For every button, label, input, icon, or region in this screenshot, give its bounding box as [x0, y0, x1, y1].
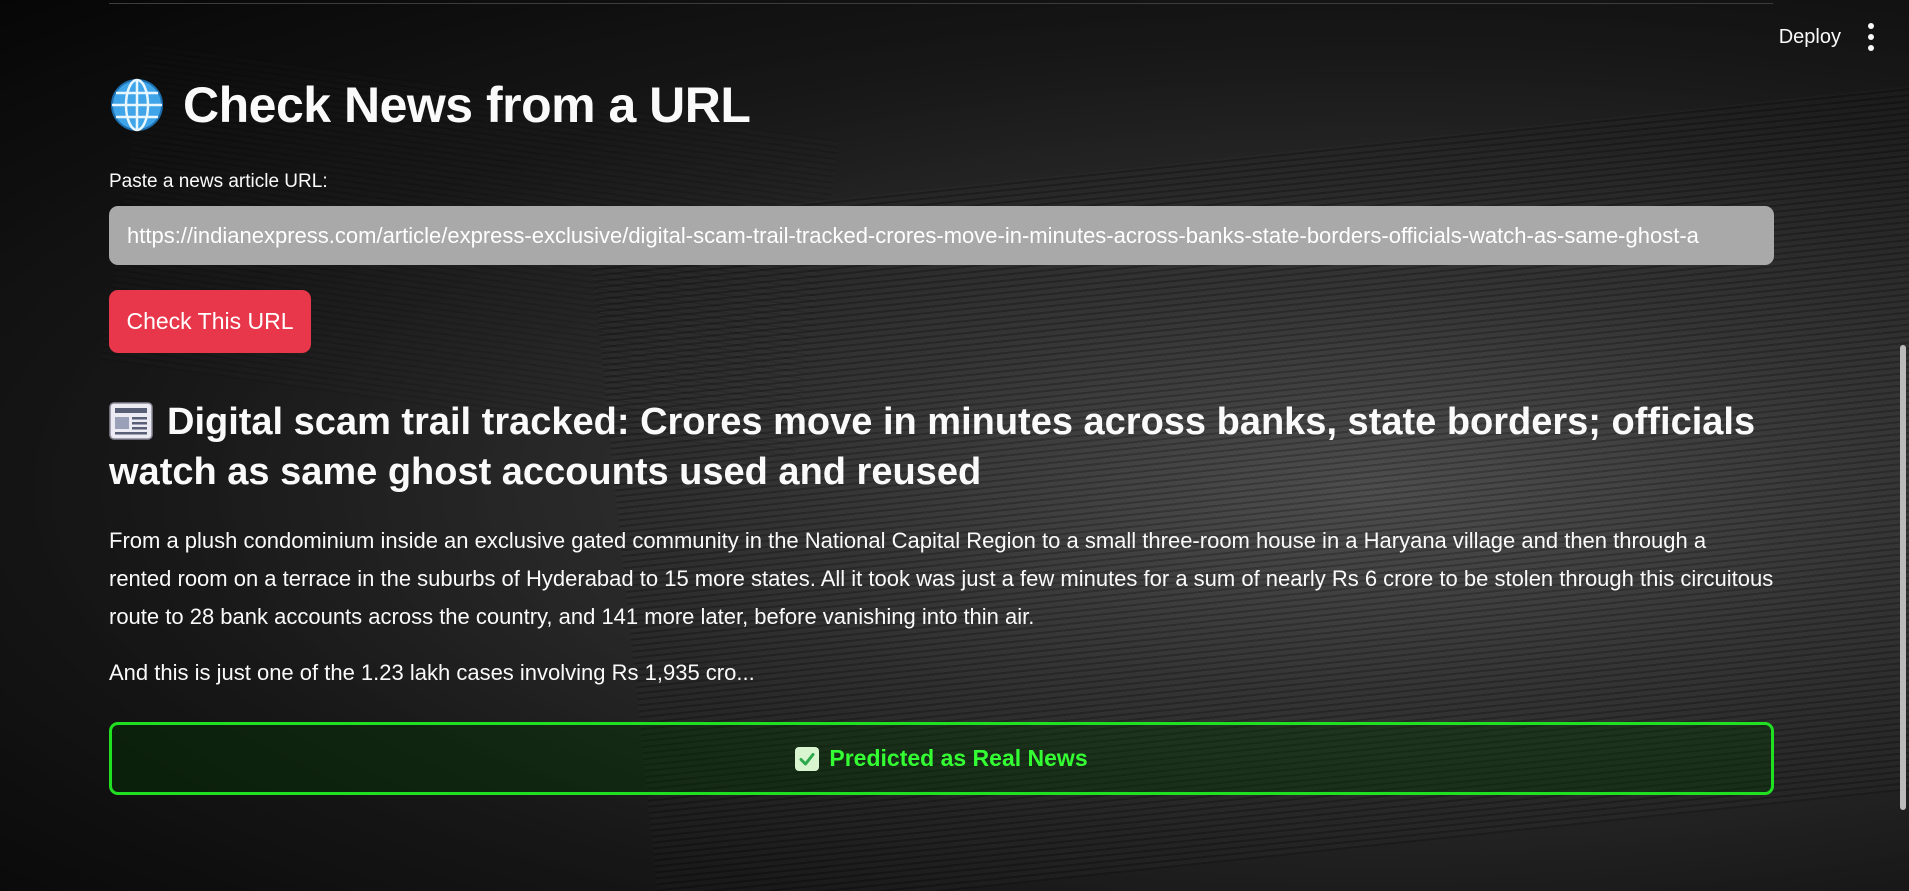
scrollbar[interactable]: [1900, 345, 1906, 810]
url-label: Paste a news article URL:: [109, 171, 328, 192]
article-title-text: Digital scam trail tracked: Crores move …: [109, 401, 1756, 493]
deploy-button[interactable]: Deploy: [1779, 26, 1841, 49]
check-url-button[interactable]: Check This URL: [109, 290, 311, 353]
globe-icon: [111, 78, 163, 132]
prediction-text: Predicted as Real News: [829, 745, 1088, 771]
more-vertical-icon[interactable]: [1867, 23, 1875, 51]
top-divider: [109, 3, 1773, 4]
article-snippet: And this is just one of the 1.23 lakh ca…: [109, 660, 755, 685]
url-input[interactable]: https://indianexpress.com/article/expres…: [109, 206, 1774, 265]
page-title: Check News from a URL: [183, 77, 751, 133]
article-title: Digital scam trail tracked: Crores move …: [109, 397, 1774, 497]
check-box-icon: [795, 746, 820, 771]
newspaper-icon: [109, 402, 153, 440]
article-body: From a plush condominium inside an exclu…: [109, 528, 1774, 629]
app-header: Deploy: [1779, 0, 1909, 74]
page-title-row: Check News from a URL: [109, 76, 751, 134]
prediction-result: Predicted as Real News: [109, 722, 1774, 795]
